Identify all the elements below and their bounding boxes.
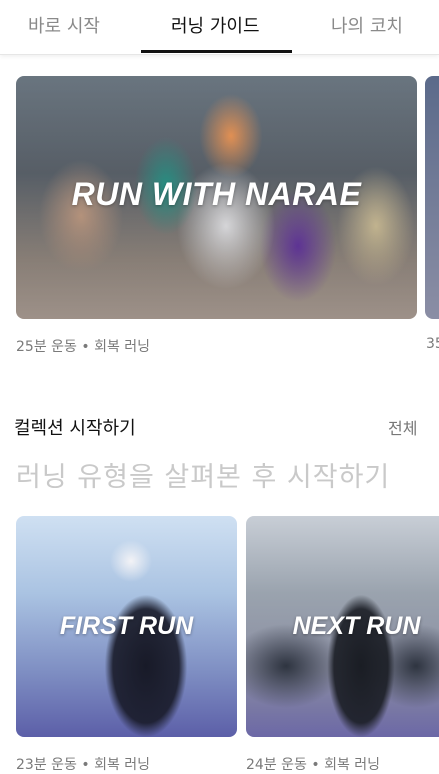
tab-my-coach[interactable]: 나의 코치 [331,12,403,38]
tab-quick-start[interactable]: 바로 시작 [28,12,100,38]
featured-guide-title: RUN WITH NARAE [71,176,362,212]
collection-card-first-run[interactable]: FIRST RUN [16,516,237,737]
view-all-link[interactable]: 전체 [388,415,417,439]
next-featured-card-peek[interactable] [425,76,439,319]
collections-heading: 컬렉션 시작하기 [14,418,136,439]
collection-card-meta: 24분 운동 • 회복 러닝 [246,757,381,773]
featured-guide-card[interactable]: RUN WITH NARAE [16,76,417,319]
next-featured-meta-peek: 35 [426,336,439,352]
tab-bar: 바로 시작 러닝 가이드 나의 코치 [0,0,439,55]
collection-card-next-run[interactable]: NEXT RUN [246,516,439,737]
active-tab-indicator [141,50,292,53]
tab-running-guide[interactable]: 러닝 가이드 [171,12,260,38]
collection-card-title: NEXT RUN [292,612,421,640]
collection-card-meta: 23분 운동 • 회복 러닝 [16,757,151,773]
collection-card-title: FIRST RUN [59,612,194,640]
featured-guide-meta: 25분 운동 • 회복 러닝 [16,339,151,355]
collections-subtitle: 러닝 유형을 살펴본 후 시작하기 [16,462,391,493]
